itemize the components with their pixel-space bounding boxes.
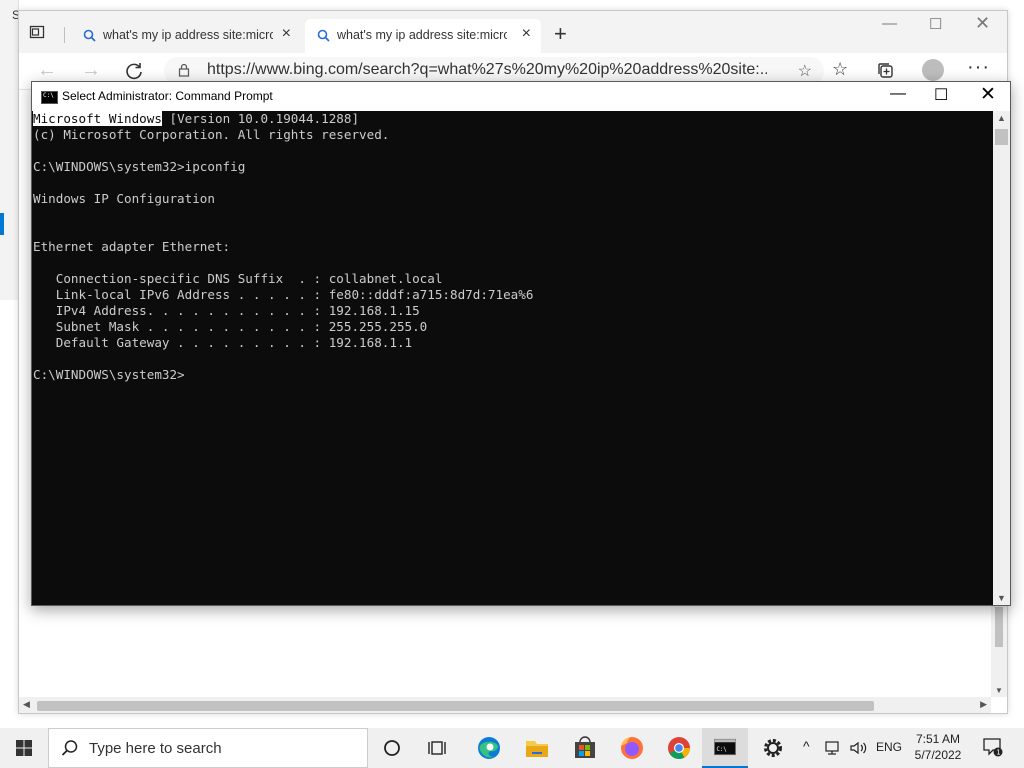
cortana-icon[interactable] [369, 728, 415, 768]
console-line[interactable] [33, 175, 533, 191]
console-output[interactable]: Microsoft Windows [Version 10.0.19044.12… [32, 111, 993, 605]
console-line[interactable]: C:\WINDOWS\system32>ipconfig [33, 159, 533, 175]
console-scrollbar[interactable]: ▲ ▼ [993, 111, 1010, 605]
taskbar: Type here to search C:\ ^ ENG 7:51 AM 5/… [0, 728, 1024, 768]
console-line[interactable]: (c) Microsoft Corporation. All rights re… [33, 127, 533, 143]
input-language[interactable]: ENG [876, 740, 902, 754]
taskbar-search-box[interactable]: Type here to search [48, 728, 368, 768]
cmd-app-icon[interactable]: C:\ [41, 91, 58, 104]
network-icon[interactable] [825, 740, 843, 756]
svg-text:C:\: C:\ [716, 747, 726, 753]
favorites-icon[interactable]: ☆ [832, 59, 848, 80]
cmd-window-title: Select Administrator: Command Prompt [62, 89, 273, 103]
browser-tab-2-active[interactable]: what's my ip address site:microsoft.com … [305, 19, 541, 53]
clock-date: 5/7/2022 [914, 748, 962, 762]
scroll-down-arrow-icon[interactable]: ▼ [997, 593, 1006, 603]
lock-icon[interactable] [177, 63, 191, 77]
chrome-icon[interactable] [656, 728, 702, 768]
edge-browser-icon[interactable] [466, 728, 512, 768]
console-line-text: [Version 10.0.19044.1288] [161, 111, 360, 126]
scroll-down-arrow-icon[interactable]: ▼ [995, 686, 1003, 695]
console-scroll-thumb[interactable] [995, 129, 1008, 145]
console-line[interactable]: IPv4 Address. . . . . . . . . . . : 192.… [33, 303, 533, 319]
console-line-text: Windows IP Configuration [33, 191, 215, 206]
maximize-icon[interactable]: ☐ [929, 15, 942, 33]
minimize-icon[interactable]: — [890, 85, 906, 103]
page-horizontal-scrollbar[interactable]: ◀ ▶ [19, 697, 991, 713]
microsoft-store-icon[interactable] [562, 728, 608, 768]
search-icon [317, 29, 330, 42]
scroll-right-arrow-icon[interactable]: ▶ [980, 699, 987, 710]
close-window-icon[interactable]: ✕ [975, 13, 990, 34]
windows-start-icon[interactable] [0, 728, 48, 768]
file-explorer-icon[interactable] [514, 728, 560, 768]
notification-count: 1 [996, 749, 1000, 757]
search-icon [83, 29, 96, 42]
console-line[interactable]: Connection-specific DNS Suffix . : colla… [33, 271, 533, 287]
console-line-text: Ethernet adapter Ethernet: [33, 239, 231, 254]
console-line-text: Default Gateway . . . . . . . . . : 192.… [33, 335, 413, 350]
search-icon [61, 740, 78, 756]
add-favorite-icon[interactable]: ☆ [798, 61, 812, 81]
page-horizontal-scroll-thumb[interactable] [37, 701, 874, 711]
command-prompt-taskbar-icon[interactable]: C:\ [702, 728, 748, 768]
scroll-up-arrow-icon[interactable]: ▲ [997, 113, 1006, 123]
console-line-text: C:\WINDOWS\system32>ipconfig [33, 159, 246, 174]
console-line[interactable]: Microsoft Windows [Version 10.0.19044.12… [33, 111, 533, 127]
console-line[interactable] [33, 207, 533, 223]
back-arrow-icon[interactable]: ← [37, 59, 57, 82]
console-line[interactable]: Windows IP Configuration [33, 191, 533, 207]
scroll-left-arrow-icon[interactable]: ◀ [23, 699, 30, 710]
console-line[interactable]: Link-local IPv6 Address . . . . . : fe80… [33, 287, 534, 303]
close-window-icon[interactable]: ✕ [980, 83, 996, 106]
console-line[interactable]: Default Gateway . . . . . . . . . : 192.… [33, 335, 533, 351]
console-line-text: (c) Microsoft Corporation. All rights re… [33, 127, 390, 142]
tab-actions-icon[interactable] [29, 24, 45, 40]
console-line-text: IPv4 Address. . . . . . . . . . . : 192.… [33, 303, 420, 318]
console-line[interactable] [33, 223, 533, 239]
url-text[interactable]: https://www.bing.com/search?q=what%27s%2… [207, 61, 767, 79]
clock-time: 7:51 AM [915, 732, 961, 746]
tab-title: what's my ip address site:microsoft.com [337, 28, 507, 42]
search-placeholder: Type here to search [89, 740, 222, 757]
console-line-text: Link-local IPv6 Address . . . . . : fe80… [33, 287, 534, 302]
maximize-icon[interactable]: ☐ [934, 85, 948, 105]
tab-title: what's my ip address site:microsoft.com [103, 28, 273, 42]
console-line-text: Subnet Mask . . . . . . . . . . . : 255.… [33, 319, 428, 334]
notifications-icon[interactable]: 1 [983, 737, 1003, 757]
task-view-icon[interactable] [415, 728, 461, 768]
console-line[interactable]: C:\WINDOWS\system32> [33, 367, 533, 383]
firefox-icon[interactable] [609, 728, 655, 768]
new-tab-icon[interactable]: + [554, 21, 567, 47]
clock[interactable]: 7:51 AM 5/7/2022 [908, 731, 968, 763]
profile-avatar[interactable] [922, 59, 944, 81]
console-line[interactable]: Ethernet adapter Ethernet: [33, 239, 533, 255]
console-line[interactable] [33, 143, 533, 159]
volume-icon[interactable] [849, 740, 869, 756]
command-prompt-window: C:\ Select Administrator: Command Prompt… [31, 81, 1011, 606]
collections-icon[interactable] [876, 61, 896, 81]
console-line-text: C:\WINDOWS\system32> [33, 367, 185, 382]
close-tab-icon[interactable]: × [282, 25, 291, 43]
page-vertical-scroll-thumb[interactable] [995, 607, 1003, 647]
refresh-icon[interactable] [124, 61, 144, 81]
console-line-text: Connection-specific DNS Suffix . : colla… [33, 271, 443, 286]
minimize-icon[interactable]: — [882, 15, 897, 32]
forward-arrow-icon[interactable]: → [81, 59, 101, 82]
cmd-title-bar[interactable]: C:\ Select Administrator: Command Prompt… [32, 82, 1010, 111]
console-text[interactable]: Microsoft Windows [Version 10.0.19044.12… [33, 111, 533, 383]
more-options-icon[interactable]: ··· [967, 56, 990, 79]
close-tab-icon[interactable]: × [522, 25, 531, 43]
background-window-accent [0, 213, 4, 235]
console-line[interactable] [33, 351, 533, 367]
settings-gear-icon[interactable] [750, 728, 796, 768]
browser-tab-1[interactable]: what's my ip address site:microsoft.com … [71, 19, 301, 53]
tab-separator [64, 27, 65, 43]
console-line[interactable] [33, 255, 533, 271]
tab-bar: what's my ip address site:microsoft.com … [19, 11, 1007, 53]
background-window-strip: S [0, 0, 20, 300]
show-hidden-icons-chevron-icon[interactable]: ^ [803, 738, 810, 754]
console-line[interactable]: Subnet Mask . . . . . . . . . . . : 255.… [33, 319, 533, 335]
console-selected-text[interactable]: Microsoft Windows [33, 111, 162, 126]
